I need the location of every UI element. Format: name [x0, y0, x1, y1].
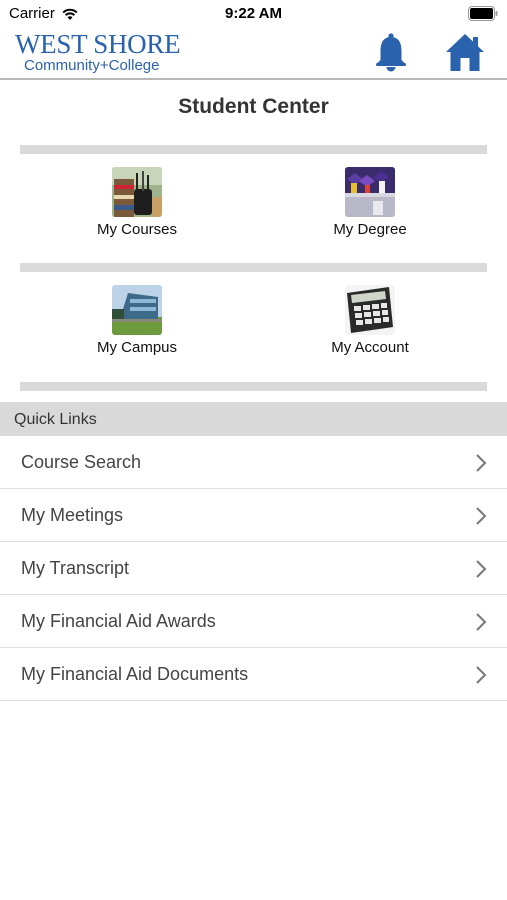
chevron-right-icon — [476, 454, 487, 472]
campus-photo-icon — [112, 285, 162, 335]
tile-my-courses[interactable]: My Courses — [37, 167, 237, 247]
chevron-right-icon — [476, 507, 487, 525]
bell-icon[interactable] — [373, 32, 409, 72]
battery-icon — [468, 6, 498, 21]
tile-label: My Degree — [333, 221, 407, 238]
quick-link-my-meetings[interactable]: My Meetings — [0, 489, 507, 542]
divider — [20, 382, 487, 391]
chevron-right-icon — [476, 560, 487, 578]
quick-links-header: Quick Links — [0, 402, 507, 436]
logo-line1: WEST SHORE — [15, 29, 181, 59]
quick-link-financial-aid-awards[interactable]: My Financial Aid Awards — [0, 595, 507, 648]
tile-my-degree[interactable]: My Degree — [270, 167, 470, 247]
page-title: Student Center — [178, 95, 329, 118]
quick-link-label: My Meetings — [21, 505, 124, 525]
quick-link-label: My Financial Aid Documents — [21, 664, 249, 684]
quick-link-label: My Financial Aid Awards — [21, 611, 216, 631]
account-photo-icon — [345, 285, 395, 335]
quick-link-course-search[interactable]: Course Search — [0, 436, 507, 489]
quick-links-title: Quick Links — [14, 411, 97, 428]
chevron-right-icon — [476, 666, 487, 684]
quick-links-list: Course Search My Meetings My Transcript … — [0, 436, 507, 701]
clock: 9:22 AM — [225, 5, 282, 22]
quick-link-label: My Transcript — [21, 558, 130, 578]
tile-label: My Campus — [96, 339, 178, 356]
home-icon[interactable] — [444, 31, 486, 73]
college-logo[interactable]: WEST SHORE Community+College — [15, 30, 185, 76]
quick-link-financial-aid-documents[interactable]: My Financial Aid Documents — [0, 648, 507, 701]
courses-photo-icon — [112, 167, 162, 217]
tile-label: My Courses — [96, 221, 178, 238]
chevron-right-icon — [476, 613, 487, 631]
divider — [20, 263, 487, 272]
tile-label: My Account — [331, 339, 409, 356]
tile-my-campus[interactable]: My Campus — [37, 285, 237, 365]
quick-link-my-transcript[interactable]: My Transcript — [0, 542, 507, 595]
quick-link-label: Course Search — [21, 452, 142, 472]
logo-line2: Community+College — [24, 57, 160, 74]
app-header: WEST SHORE Community+College — [0, 28, 507, 80]
status-bar: Carrier 9:22 AM — [0, 0, 507, 28]
degree-photo-icon — [345, 167, 395, 217]
tile-my-account[interactable]: My Account — [270, 285, 470, 365]
divider — [20, 145, 487, 154]
